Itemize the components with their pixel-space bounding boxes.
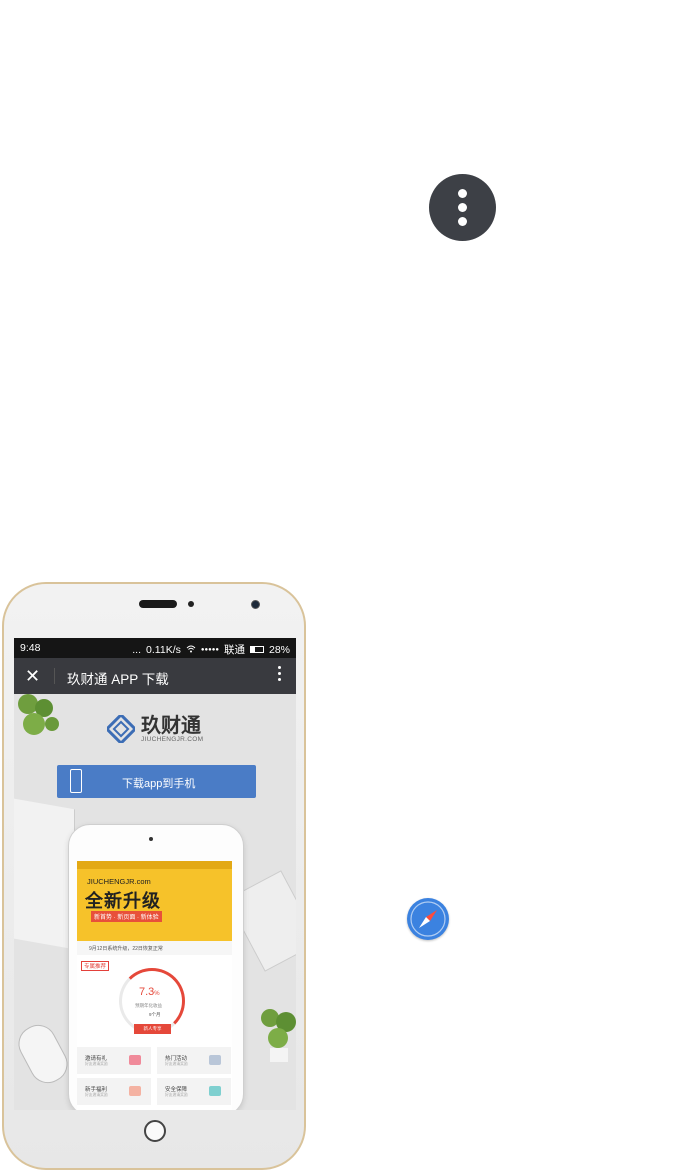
notice-bar: 9月12日系统升级，22日恢复正常 <box>77 941 232 955</box>
plant-decoration <box>261 1009 296 1062</box>
divider <box>54 668 55 684</box>
app-preview-screen: JIUCHENGJR.com 全新升级 新首势 · 新页面 · 新体验 9月12… <box>77 861 232 1110</box>
wifi-icon <box>186 644 196 656</box>
earpiece <box>149 837 153 841</box>
network-speed: 0.11K/s <box>146 643 181 656</box>
logo-domain: JIUCHENGJR.COM <box>141 736 204 743</box>
sensor <box>188 601 194 607</box>
status-bar: 9:48 ... 0.11K/s ●●●●● 联通 28% <box>14 638 296 658</box>
menu-dot <box>458 217 467 226</box>
notice-text: 9月12日系统升级，22日恢复正常 <box>89 946 163 952</box>
rate-caption: 预期年化收益 <box>135 1003 162 1008</box>
promo-badge: 专属推荐 <box>81 961 110 971</box>
earpiece <box>139 600 177 608</box>
safari-compass-icon[interactable] <box>407 898 449 940</box>
banner-tags: 新首势 · 新页面 · 新体验 <box>91 911 162 922</box>
promo-banner: JIUCHENGJR.com 全新升级 新首势 · 新页面 · 新体验 <box>77 861 232 941</box>
buy-button[interactable]: 新人专享 <box>134 1024 171 1034</box>
more-vertical-icon[interactable] <box>429 174 496 241</box>
status-time: 9:48 <box>20 642 41 654</box>
grid-item[interactable]: 新手福利 好友邀请奖励 <box>77 1078 151 1105</box>
banner-title: 全新升级 <box>85 891 161 911</box>
carrier: 联通 <box>223 644 245 656</box>
menu-dot <box>458 203 467 212</box>
phone-icon <box>70 769 82 793</box>
battery-level: 28% <box>268 643 290 656</box>
grid-item[interactable]: 热门活动 好友邀请奖励 <box>157 1047 231 1074</box>
feature-grid: 邀请有礼 好友邀请奖励 热门活动 好友邀请奖励 新手福利 好友邀请奖励 安全保障 好友邀… <box>77 1047 232 1107</box>
logo-name: 玖财通 <box>141 713 201 737</box>
front-camera <box>251 600 260 609</box>
close-icon[interactable]: ✕ <box>25 666 40 686</box>
newspaper-decoration <box>14 798 75 950</box>
logo: 玖财通 JIUCHENGJR.COM <box>107 714 203 743</box>
battery-icon <box>249 646 264 653</box>
status-dots: ... <box>132 643 142 656</box>
mouse-decoration <box>14 1018 74 1090</box>
term: 9个月 <box>149 1012 161 1017</box>
grid-item[interactable]: 安全保障 好友邀请奖励 <box>157 1078 231 1105</box>
logo-icon <box>107 714 135 743</box>
app-preview-phone: JIUCHENGJR.com 全新升级 新首势 · 新页面 · 新体验 9月12… <box>68 824 244 1110</box>
menu-dot <box>458 189 467 198</box>
banner-domain: JIUCHENGJR.com <box>87 877 151 886</box>
download-app-button[interactable]: 下载app到手机 <box>57 765 256 798</box>
phone-mockup: 9:48 ... 0.11K/s ●●●●● 联通 28% ✕ 玖财通 APP … <box>2 582 306 1170</box>
rate-value: 7.3% <box>139 986 160 998</box>
page-title: 玖财通 APP 下载 <box>67 672 169 687</box>
more-icon[interactable] <box>278 666 282 684</box>
signal-icon: ●●●●● <box>200 646 219 653</box>
phone-screen: 9:48 ... 0.11K/s ●●●●● 联通 28% ✕ 玖财通 APP … <box>14 638 296 1110</box>
plant-decoration <box>18 694 59 735</box>
nav-bar: ✕ 玖财通 APP 下载 <box>14 658 296 694</box>
home-button[interactable] <box>144 1120 166 1142</box>
grid-item[interactable]: 邀请有礼 好友邀请奖励 <box>77 1047 151 1074</box>
page-content: 玖财通 JIUCHENGJR.COM 下载app到手机 JIUCHENGJR.c… <box>14 694 296 1110</box>
download-label: 下载app到手机 <box>122 778 196 790</box>
